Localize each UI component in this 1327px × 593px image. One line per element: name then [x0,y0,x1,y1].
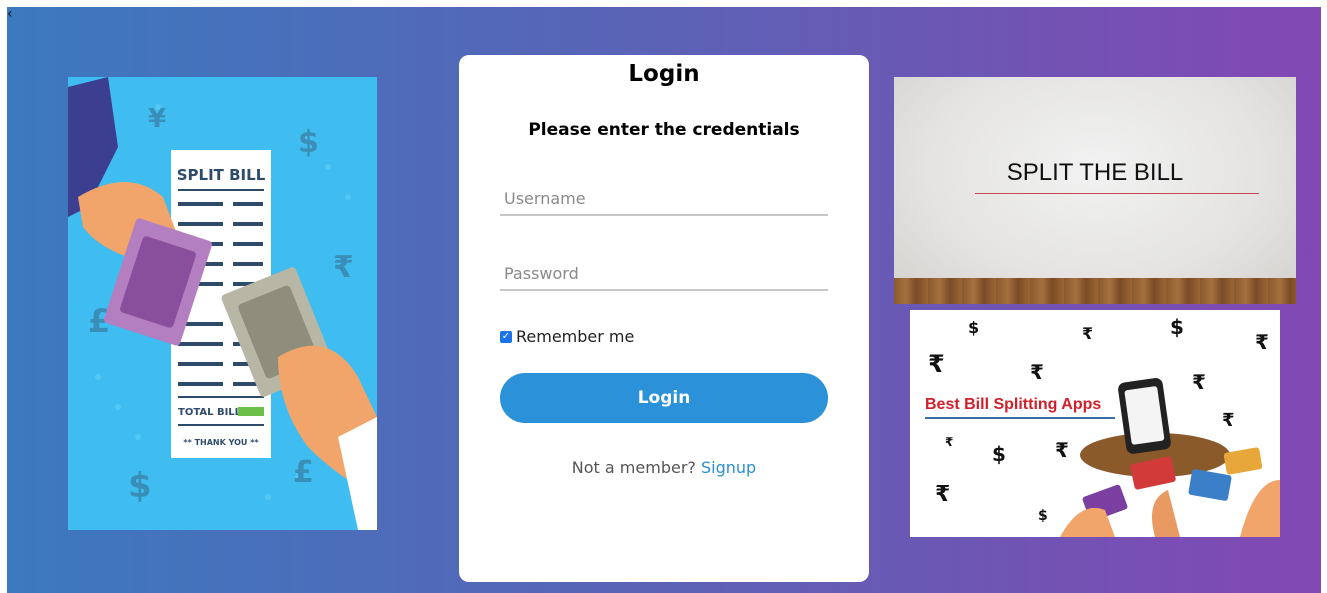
svg-text:$: $ [128,466,152,506]
slide-underline [975,193,1259,194]
remember-me-label: Remember me [516,327,635,346]
password-input[interactable] [500,257,828,291]
svg-text:¥: ¥ [148,104,166,134]
svg-text:£: £ [293,455,314,490]
bill-splitting-apps-image: $ ₹ $ ₹ ₹ ₹ ₹ ₹ ₹ $ ₹ ₹ $ Best Bill Spli… [910,310,1280,537]
svg-text:₹: ₹ [333,250,354,285]
signup-prompt-text: Not a member? [571,458,696,477]
receipt-total-label: TOTAL BILL [178,407,242,418]
wooden-floor [894,278,1296,304]
split-the-bill-slide-image: SPLIT THE BILL [894,77,1296,304]
username-input[interactable] [500,182,828,216]
signup-prompt: Not a member? Signup [459,458,869,477]
split-bill-illustration: ¥ $ ₹ £ $ £ SPLIT BILL TOTAL BILL ** THA… [68,77,377,530]
apps-artwork [1060,378,1280,537]
slide-title: SPLIT THE BILL [1006,159,1184,186]
page-background: ‹ ¥ $ ₹ £ $ £ SPLIT BILL TOTAL BILL ** T… [7,7,1321,593]
receipt-heading: SPLIT BILL [177,166,266,184]
login-subtitle: Please enter the credentials [528,120,800,140]
remember-me[interactable]: ✓ Remember me [500,327,634,346]
login-title: Login [628,61,700,87]
back-arrow-icon[interactable]: ‹ [7,7,13,21]
login-card: Login Please enter the credentials ✓ Rem… [459,55,869,582]
svg-text:$: $ [298,125,319,160]
receipt-thanks: ** THANK YOU ** [183,438,259,447]
signup-link[interactable]: Signup [701,458,756,477]
split-bill-artwork: ¥ $ ₹ £ $ £ SPLIT BILL TOTAL BILL ** THA… [68,77,377,530]
remember-me-checkbox[interactable]: ✓ [500,330,512,343]
login-button[interactable]: Login [500,373,828,423]
